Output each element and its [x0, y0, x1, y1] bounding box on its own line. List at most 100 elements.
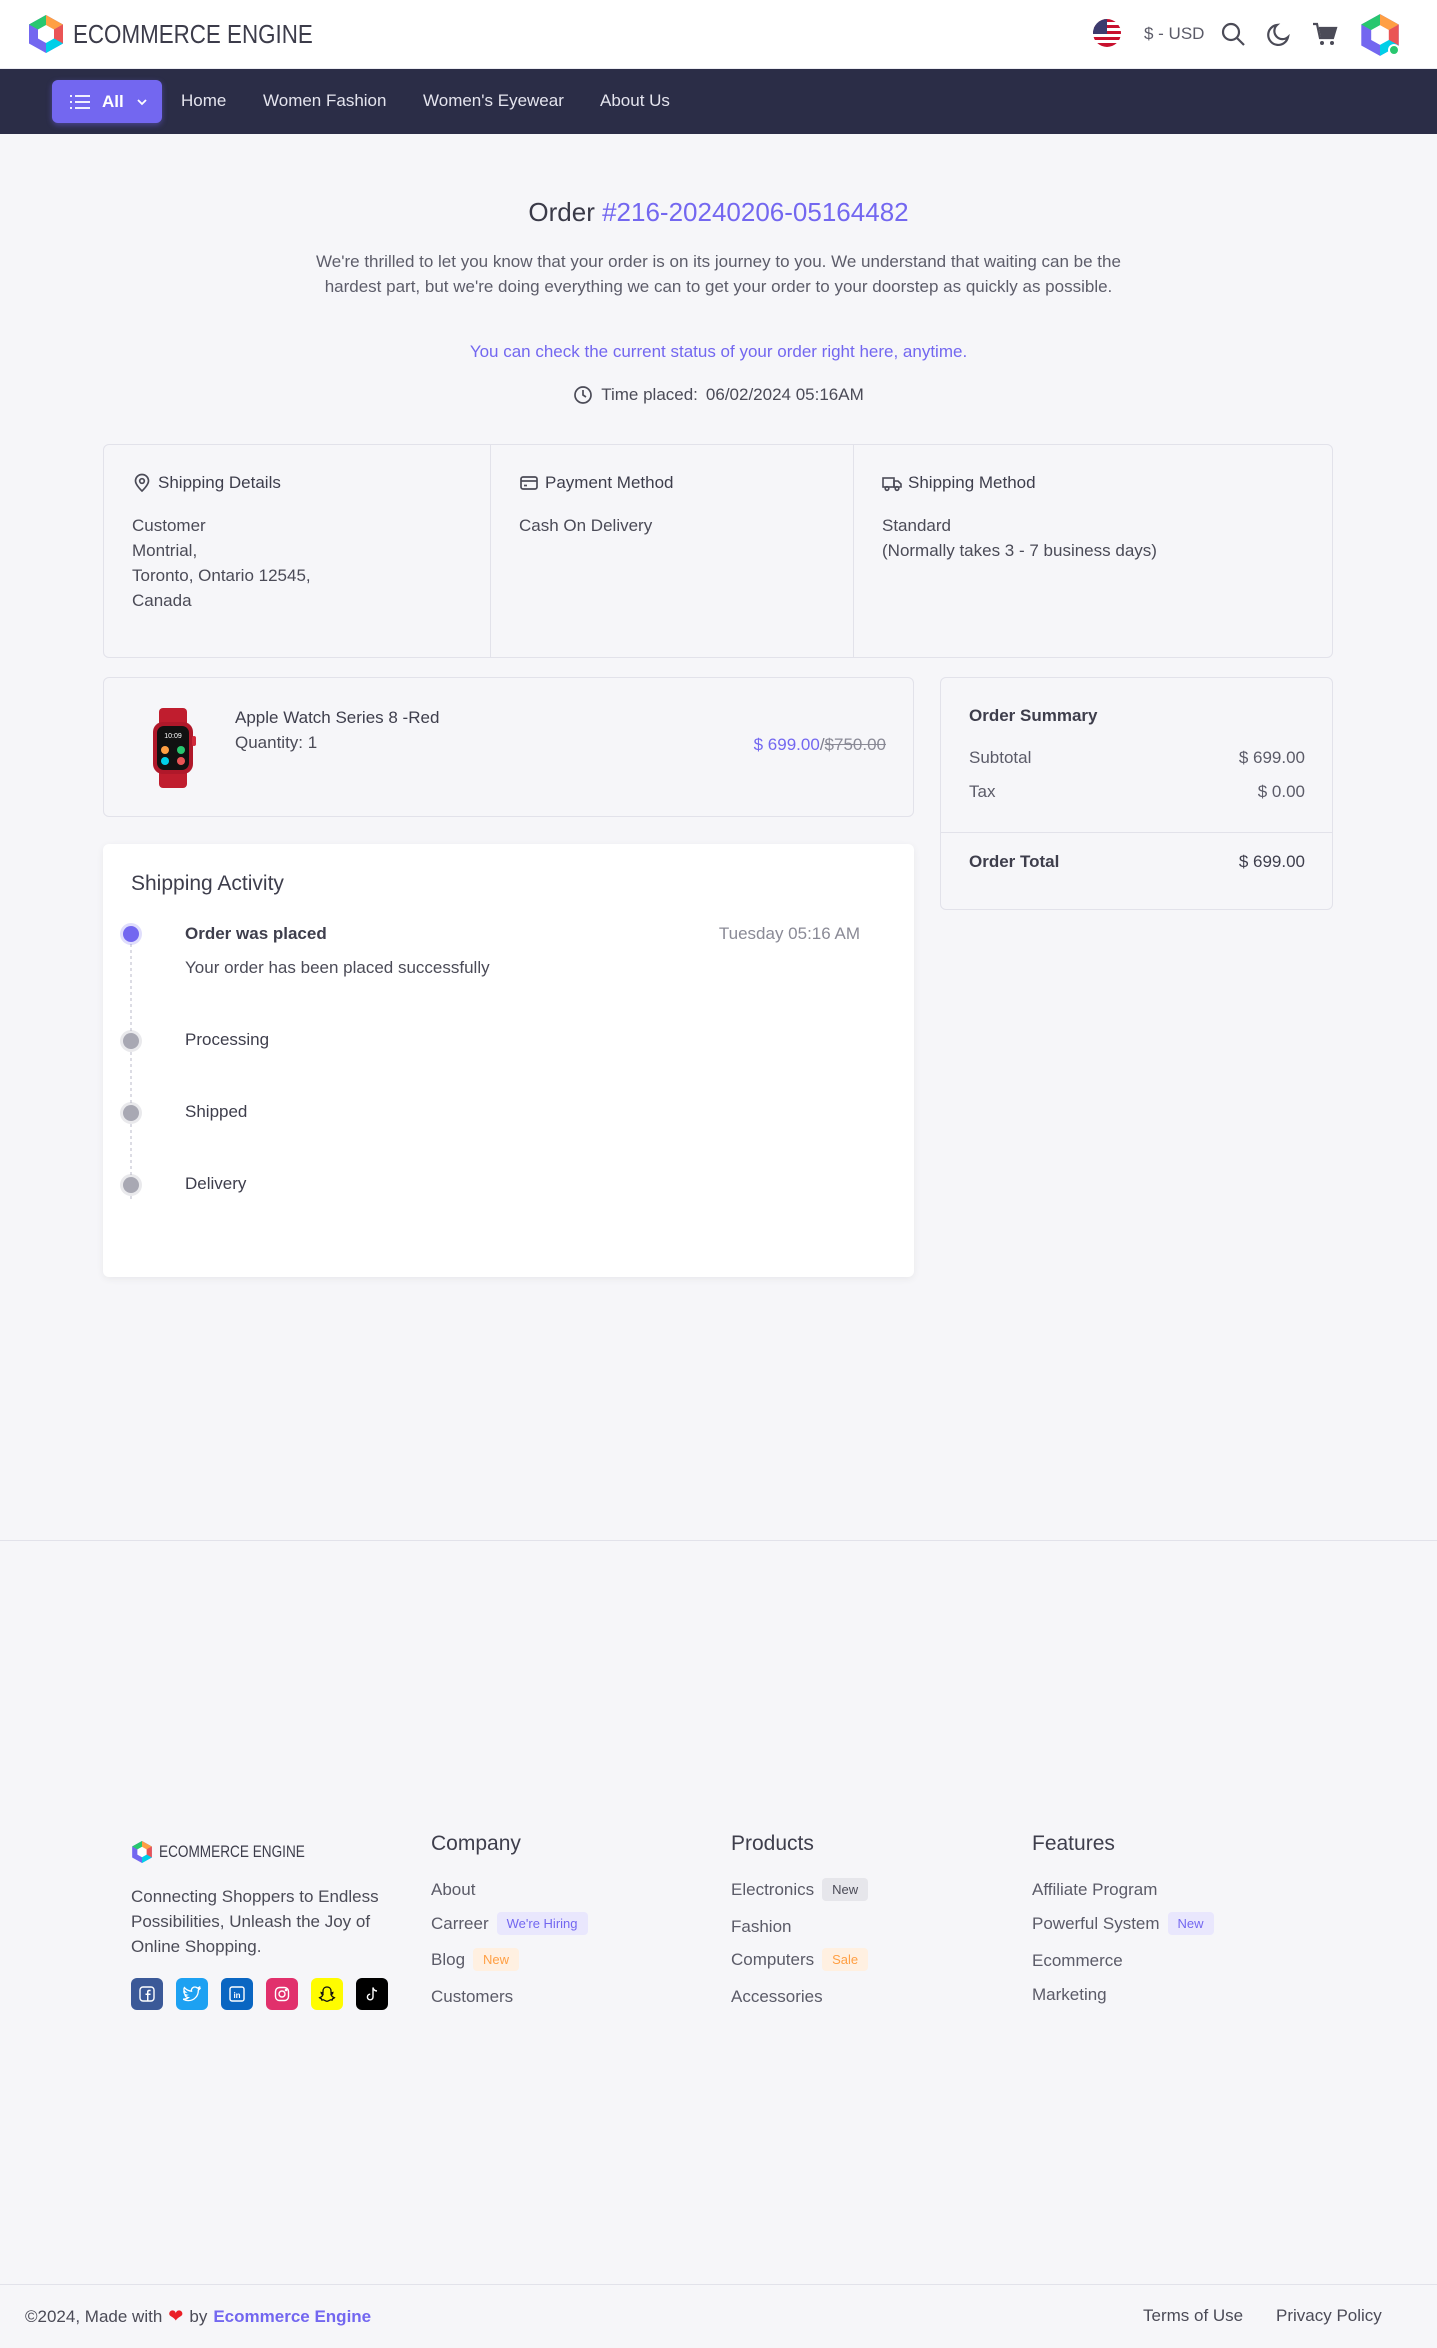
instagram-icon[interactable]	[266, 1978, 298, 2010]
footer-link-accessories[interactable]: Accessories	[731, 1987, 823, 2007]
address-line: Toronto, Ontario 12545,	[132, 566, 311, 585]
footer-link-label: Blog	[431, 1949, 466, 1969]
payment-method-section: Payment Method Cash On Delivery	[490, 445, 853, 657]
order-title: Order #216-20240206-05164482	[0, 197, 1437, 228]
top-header: ECOMMERCE ENGINE $ - USD	[0, 0, 1437, 69]
footer-link-fashion[interactable]: Fashion	[731, 1917, 791, 1937]
product-name[interactable]: Apple Watch Series 8 -Red	[235, 708, 439, 728]
order-status-link[interactable]: You can check the current status of your…	[0, 342, 1437, 362]
step-time-order-placed: Tuesday 05:16 AM	[718, 924, 860, 943]
facebook-icon[interactable]	[131, 1978, 163, 2010]
sale-badge: Sale	[822, 1948, 869, 1971]
new-badge: New	[473, 1948, 520, 1971]
product-price: $ 699.00/$750.00	[754, 735, 886, 755]
footer-brand-name: ECOMMERCE ENGINE	[159, 1842, 305, 1861]
footer-link-careers[interactable]: Carreer We're Hiring	[431, 1912, 588, 1935]
footer-link-label: Carreer	[431, 1913, 489, 1933]
current-price: $ 699.00	[753, 735, 820, 754]
brand-name: ECOMMERCE ENGINE	[73, 18, 313, 49]
nav-link-womens-eyewear[interactable]: Women's Eyewear	[423, 91, 564, 111]
address-line: Canada	[132, 591, 192, 610]
footer-link-label: Electronics	[731, 1879, 815, 1899]
time-placed-value: 06/02/2024 05:16AM	[705, 385, 864, 404]
shipping-details-section: Shipping Details Customer Montrial, Toro…	[104, 445, 490, 657]
order-total-label: Order Total	[969, 852, 1060, 871]
brand-logo[interactable]: ECOMMERCE ENGINE	[27, 14, 352, 54]
shipping-details-title: Shipping Details	[158, 473, 281, 492]
shipping-method-name: Standard	[882, 516, 951, 535]
credit-card-icon	[519, 473, 539, 493]
order-total-value: $ 699.00	[1238, 852, 1305, 871]
timeline-dot-pending	[123, 1033, 139, 1049]
order-info-card: Shipping Details Customer Montrial, Toro…	[103, 444, 1333, 658]
footer-link-label: Powerful System	[1032, 1913, 1160, 1933]
footer-link-blog[interactable]: Blog New	[431, 1948, 520, 1971]
step-label-shipped: Shipped	[185, 1102, 248, 1121]
tiktok-icon[interactable]	[356, 1978, 388, 2010]
footer-products-title: Products	[731, 1832, 814, 1855]
subtotal-value: $ 699.00	[1238, 748, 1305, 767]
all-categories-button[interactable]: All	[52, 80, 162, 123]
product-quantity: Quantity: 1	[235, 733, 318, 752]
footer-link-affiliate[interactable]: Affiliate Program	[1032, 1880, 1157, 1900]
step-label-delivery: Delivery	[185, 1174, 247, 1193]
footer-products-column: Products	[731, 1832, 814, 1856]
map-pin-icon	[132, 473, 152, 493]
timeline-dot-pending	[123, 1105, 139, 1121]
footer-about-text: Connecting Shoppers to Endless Possibili…	[131, 1887, 379, 1956]
cart-icon[interactable]	[1311, 20, 1339, 48]
search-icon[interactable]	[1219, 20, 1247, 48]
new-badge: New	[1167, 1912, 1214, 1935]
heart-icon: ❤	[168, 2306, 184, 2326]
terms-of-use-link[interactable]: Terms of Use	[1143, 2306, 1243, 2326]
footer-link-customers[interactable]: Customers	[431, 1987, 513, 2007]
shipping-method-section: Shipping Method Standard (Normally takes…	[853, 445, 1332, 657]
footer-link-computers[interactable]: Computers Sale	[731, 1948, 869, 1971]
nav-link-women-fashion[interactable]: Women Fashion	[263, 91, 386, 111]
footer-divider	[0, 1540, 1437, 1541]
footer-link-ecommerce[interactable]: Ecommerce	[1032, 1951, 1123, 1971]
currency-selector[interactable]: $ - USD	[1144, 24, 1204, 44]
footer-link-about[interactable]: About	[431, 1880, 475, 1900]
footer-link-electronics[interactable]: Electronics New	[731, 1878, 869, 1901]
footer-link-label: Computers	[731, 1949, 815, 1969]
shipping-activity-card: Shipping Activity Order was placed Tuesd…	[103, 844, 914, 1277]
step-label-order-placed: Order was placed	[185, 924, 327, 943]
timeline-line	[130, 932, 132, 1202]
online-status-dot	[1388, 44, 1400, 56]
address-line: Customer	[132, 516, 206, 535]
footer-company-title: Company	[431, 1832, 521, 1855]
linkedin-icon[interactable]: in	[221, 1978, 253, 2010]
tax-value: $ 0.00	[1257, 782, 1305, 801]
copyright-brand-link[interactable]: Ecommerce Engine	[213, 2307, 371, 2327]
order-total-row: Order Total $ 699.00	[969, 852, 1305, 872]
apple-watch-image: 10:09	[149, 708, 197, 788]
nav-link-home[interactable]: Home	[181, 91, 226, 111]
moon-icon[interactable]	[1266, 20, 1294, 48]
order-product-card: 10:09 Apple Watch Series 8 -Red Quantity…	[103, 677, 914, 817]
original-price: $750.00	[824, 735, 886, 754]
summary-divider	[941, 832, 1332, 833]
snapchat-icon[interactable]	[311, 1978, 343, 2010]
order-message: We're thrilled to let you know that your…	[316, 252, 1121, 296]
subtotal-row: Subtotal $ 699.00	[969, 748, 1305, 768]
nav-link-about-us[interactable]: About Us	[600, 91, 670, 111]
order-number: #216-20240206-05164482	[602, 197, 909, 227]
footer-link-marketing[interactable]: Marketing	[1032, 1985, 1107, 2005]
tax-row: Tax $ 0.00	[969, 782, 1305, 802]
logo-hexagon-icon	[29, 15, 63, 53]
us-flag-icon[interactable]	[1093, 19, 1121, 47]
new-badge: New	[822, 1878, 869, 1901]
bottom-divider	[0, 2284, 1437, 2285]
all-label: All	[102, 91, 124, 111]
tax-label: Tax	[969, 782, 996, 801]
footer-logo[interactable]: ECOMMERCE ENGINE	[131, 1840, 341, 1864]
order-summary-title: Order Summary	[969, 706, 1098, 725]
twitter-icon[interactable]	[176, 1978, 208, 2010]
address-line: Montrial,	[132, 541, 198, 560]
clock-icon	[573, 385, 593, 405]
copyright: ©2024, Made with ❤ by Ecommerce Engine	[25, 2306, 371, 2327]
footer-company-column: Company	[431, 1832, 521, 1856]
footer-link-powerful-system[interactable]: Powerful System New	[1032, 1912, 1214, 1935]
privacy-policy-link[interactable]: Privacy Policy	[1276, 2306, 1382, 2326]
